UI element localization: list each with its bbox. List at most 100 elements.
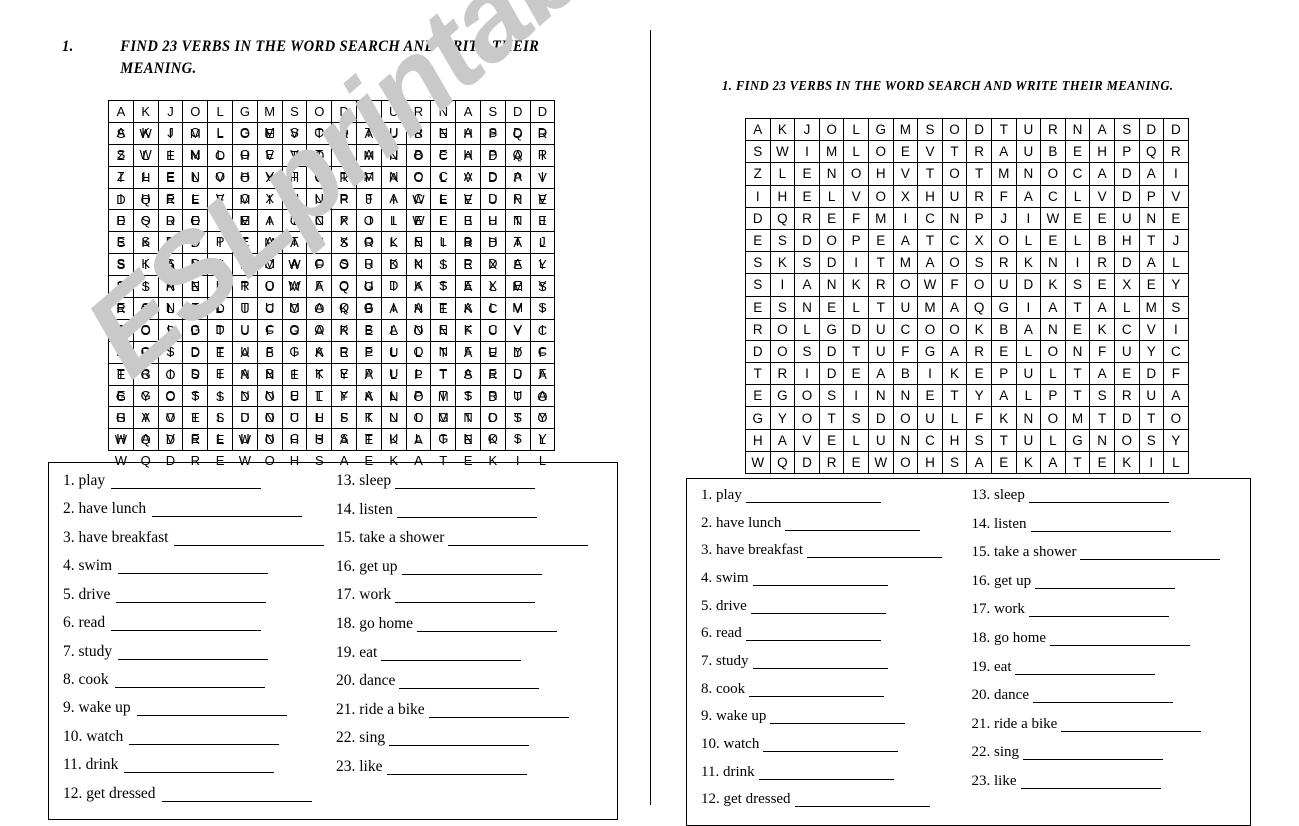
right-grid-cell[interactable]: S: [1163, 295, 1189, 319]
right-grid-cell[interactable]: R: [990, 251, 1017, 275]
right-grid-cell[interactable]: O: [892, 273, 919, 297]
right-answer-answer-blank[interactable]: [745, 502, 881, 503]
right-grid-cell[interactable]: H: [769, 184, 796, 208]
left-grid-front-cell[interactable]: M: [355, 143, 382, 167]
left-grid-front-cell[interactable]: L: [405, 340, 432, 364]
left-grid-front-cell[interactable]: S: [108, 253, 134, 277]
left-grid-front-cell[interactable]: D: [182, 231, 209, 255]
left-grid-front-cell[interactable]: R: [355, 231, 382, 255]
right-grid-cell[interactable]: A: [990, 384, 1017, 408]
left-grid-front-cell[interactable]: H: [281, 165, 308, 189]
left-grid-front-cell[interactable]: H: [479, 209, 506, 233]
right-grid-cell[interactable]: J: [1163, 228, 1189, 253]
left-grid-front-cell[interactable]: T: [430, 362, 457, 386]
right-grid-cell[interactable]: C: [1113, 317, 1140, 341]
right-grid-cell[interactable]: W: [769, 140, 796, 164]
right-grid-cell[interactable]: H: [917, 450, 943, 475]
left-grid-front-cell[interactable]: A: [331, 428, 357, 452]
right-grid-cell[interactable]: G: [917, 339, 943, 364]
left-grid-front-cell[interactable]: A: [306, 318, 333, 342]
right-grid-cell[interactable]: R: [966, 339, 992, 364]
right-grid-cell[interactable]: O: [1040, 406, 1066, 430]
left-grid-front-cell[interactable]: A: [108, 100, 134, 123]
left-grid-front-cell[interactable]: K: [479, 428, 506, 452]
left-grid-front-cell[interactable]: Q: [331, 275, 357, 299]
right-grid-cell[interactable]: E: [1163, 206, 1189, 230]
right-grid-cell[interactable]: G: [990, 295, 1017, 319]
left-answer-answer-blank[interactable]: [381, 659, 522, 661]
right-answer-answer-blank[interactable]: [1050, 644, 1191, 646]
left-grid-front-cell[interactable]: O: [405, 318, 432, 342]
left-answer-answer-blank[interactable]: [428, 716, 569, 718]
right-grid-cell[interactable]: O: [892, 406, 919, 430]
right-grid-cell[interactable]: I: [1163, 162, 1189, 186]
left-grid-front-cell[interactable]: D: [479, 143, 506, 167]
right-grid-cell[interactable]: V: [1138, 317, 1165, 341]
left-grid-front-cell[interactable]: D: [479, 231, 506, 255]
right-grid-cell[interactable]: L: [843, 117, 869, 142]
right-grid-cell[interactable]: W: [1040, 206, 1066, 230]
left-grid-front-cell[interactable]: O: [355, 209, 382, 233]
left-grid-front-cell[interactable]: C: [479, 297, 506, 320]
left-grid-front-cell[interactable]: U: [281, 384, 308, 408]
left-grid-front-cell[interactable]: R: [231, 253, 258, 277]
right-grid-cell[interactable]: D: [867, 406, 894, 430]
right-grid-cell[interactable]: O: [818, 117, 845, 142]
right-grid-cell[interactable]: D: [745, 339, 771, 364]
right-grid-cell[interactable]: L: [1064, 228, 1091, 253]
right-grid-cell[interactable]: V: [1089, 184, 1115, 208]
right-grid-cell[interactable]: K: [990, 406, 1017, 430]
left-grid-front-cell[interactable]: U: [380, 340, 407, 364]
right-grid-cell[interactable]: T: [1064, 362, 1091, 386]
left-answer-answer-blank[interactable]: [152, 516, 303, 518]
right-answer-answer-blank[interactable]: [745, 640, 881, 642]
right-grid-cell[interactable]: R: [966, 140, 992, 164]
left-grid-front-cell[interactable]: E: [479, 340, 506, 364]
left-grid-front-cell[interactable]: D: [504, 340, 531, 364]
right-grid-cell[interactable]: V: [1163, 184, 1189, 208]
left-grid-front-cell[interactable]: Z: [108, 143, 134, 167]
left-grid-front-cell[interactable]: N: [306, 187, 333, 211]
left-grid-front-cell[interactable]: S: [108, 231, 134, 255]
left-grid-front-cell[interactable]: L: [529, 428, 556, 452]
right-grid-cell[interactable]: W: [917, 273, 943, 297]
left-answer-answer-blank[interactable]: [114, 686, 265, 688]
right-grid-cell[interactable]: O: [892, 450, 919, 475]
left-grid-front-cell[interactable]: D: [504, 100, 531, 123]
right-grid-cell[interactable]: E: [1089, 273, 1115, 297]
left-grid-front-cell[interactable]: C: [529, 318, 556, 342]
right-grid-cell[interactable]: O: [867, 140, 894, 164]
right-grid-cell[interactable]: L: [1015, 384, 1042, 408]
left-grid-front-cell[interactable]: O: [157, 362, 184, 386]
right-grid-cell[interactable]: F: [1089, 339, 1115, 364]
right-grid-cell[interactable]: K: [843, 273, 869, 297]
left-grid-front-cell[interactable]: A: [380, 297, 407, 320]
right-grid-cell[interactable]: A: [769, 428, 796, 452]
left-grid-front-cell[interactable]: M: [256, 231, 283, 255]
left-grid-front-cell[interactable]: L: [479, 275, 506, 299]
right-grid-cell[interactable]: E: [745, 228, 771, 253]
left-grid-front-cell[interactable]: E: [182, 406, 209, 430]
right-grid-cell[interactable]: T: [1064, 450, 1091, 475]
right-grid-cell[interactable]: M: [892, 251, 919, 275]
left-grid-front-cell[interactable]: E: [207, 428, 233, 452]
right-grid-cell[interactable]: S: [966, 251, 992, 275]
left-grid-front-cell[interactable]: A: [455, 143, 481, 167]
right-grid-cell[interactable]: N: [867, 384, 894, 408]
left-grid-front-cell[interactable]: U: [380, 121, 407, 145]
right-grid-cell[interactable]: O: [794, 406, 820, 430]
right-grid-cell[interactable]: A: [941, 295, 968, 319]
right-grid-cell[interactable]: E: [1064, 317, 1091, 341]
left-answer-answer-blank[interactable]: [124, 772, 275, 774]
right-grid-cell[interactable]: Y: [769, 406, 796, 430]
right-grid-cell[interactable]: D: [818, 362, 845, 386]
left-grid-front-cell[interactable]: N: [504, 187, 531, 211]
right-grid-cell[interactable]: B: [892, 362, 919, 386]
right-grid-cell[interactable]: M: [990, 162, 1017, 186]
left-grid-front-cell[interactable]: O: [157, 384, 184, 408]
right-grid-cell[interactable]: U: [1015, 117, 1042, 142]
right-grid-cell[interactable]: A: [990, 140, 1017, 164]
right-grid-cell[interactable]: T: [917, 228, 943, 253]
left-grid-front-cell[interactable]: S: [331, 231, 357, 255]
right-grid-cell[interactable]: S: [745, 140, 771, 164]
